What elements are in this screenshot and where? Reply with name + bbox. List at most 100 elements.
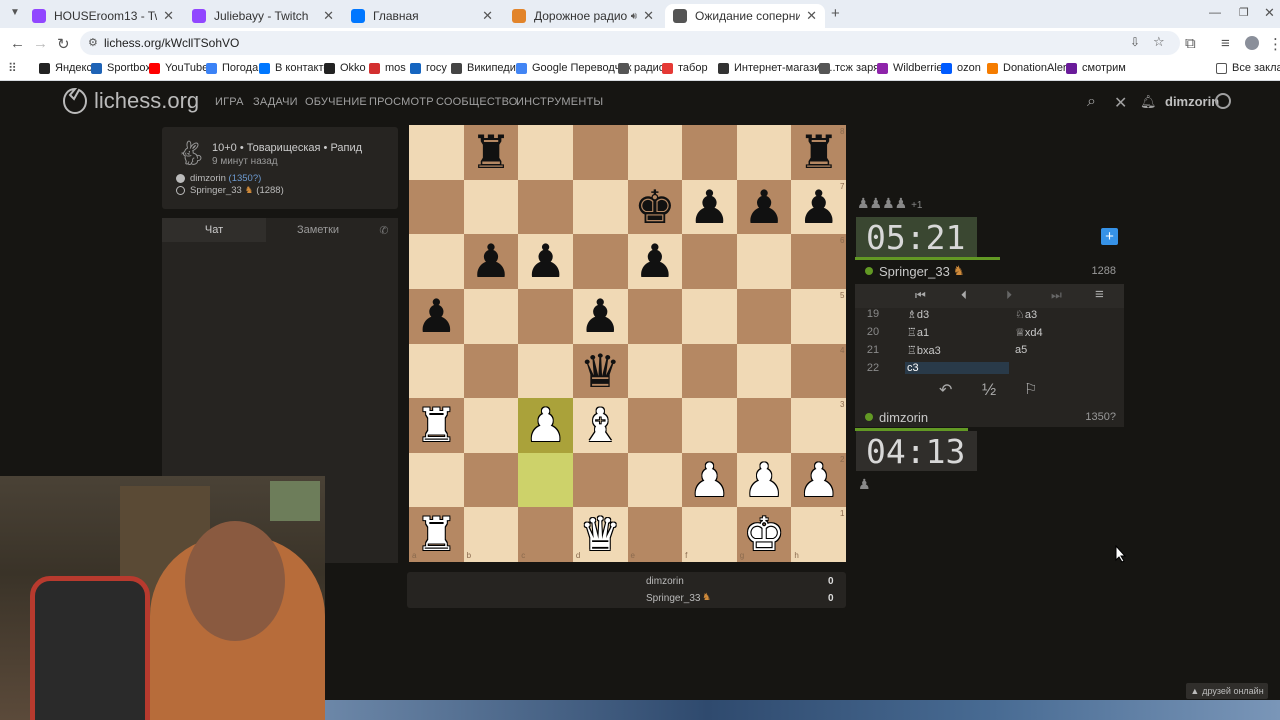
board-square[interactable] xyxy=(409,179,464,235)
board-square[interactable] xyxy=(572,179,628,235)
board-square[interactable] xyxy=(682,507,737,562)
board-square[interactable] xyxy=(409,343,464,399)
board-square[interactable] xyxy=(518,179,573,235)
board-square[interactable] xyxy=(791,398,846,453)
back-icon[interactable]: ← xyxy=(10,35,25,52)
score-player-2[interactable]: Springer_33 xyxy=(646,593,700,604)
board-square[interactable] xyxy=(627,288,683,344)
bookmark-item[interactable]: Яндекс xyxy=(39,62,92,74)
board-square[interactable] xyxy=(682,125,737,180)
tab-chat[interactable]: Чат xyxy=(162,218,266,242)
friends-online-button[interactable]: ▲ друзей онлайн xyxy=(1186,683,1268,699)
bookmark-item[interactable]: Интернет-магазин... xyxy=(718,62,836,74)
opponent-name[interactable]: Springer_33 xyxy=(879,264,950,279)
browser-menu-icon[interactable]: ⋮ xyxy=(1268,35,1280,53)
board-square[interactable] xyxy=(518,343,573,399)
board-square[interactable] xyxy=(791,507,846,562)
bookmark-item[interactable]: Погода xyxy=(206,62,258,74)
lichess-logo[interactable]: lichess.org xyxy=(62,87,199,115)
bookmark-item[interactable]: В контакте xyxy=(259,62,330,74)
black-piece-icon[interactable]: ♟ xyxy=(518,234,573,288)
minimize-icon[interactable]: — xyxy=(1209,5,1221,19)
white-move[interactable]: ♖bxa3 xyxy=(905,344,1009,357)
black-piece-icon[interactable]: ♛ xyxy=(573,344,628,398)
forward-icon[interactable]: → xyxy=(33,35,48,52)
board-square[interactable] xyxy=(409,452,464,508)
black-piece-icon[interactable]: ♟ xyxy=(791,180,846,234)
white-piece-icon[interactable]: ♚ xyxy=(737,507,792,561)
board-square[interactable] xyxy=(518,125,573,180)
audio-icon[interactable]: 🔊︎ xyxy=(631,11,637,22)
white-move[interactable]: ♖a1 xyxy=(905,326,1009,339)
extensions-icon[interactable]: ⧉ xyxy=(1185,35,1196,52)
voice-chat-icon[interactable]: ✆ xyxy=(370,218,398,242)
board-square[interactable] xyxy=(682,288,737,344)
offer-draw-icon[interactable]: ½ xyxy=(982,380,996,400)
site-info-icon[interactable]: ⚙ xyxy=(88,36,98,49)
browser-tab[interactable]: Ожидание соперника • Игра ✕ xyxy=(665,4,825,28)
white-piece-icon[interactable]: ♛ xyxy=(573,507,628,561)
board-square[interactable] xyxy=(409,234,464,289)
board-square[interactable] xyxy=(627,507,683,562)
menu-tools[interactable]: ИНСТРУМЕНТЫ xyxy=(516,96,603,108)
new-tab-icon[interactable]: + xyxy=(831,5,840,22)
board-square[interactable] xyxy=(463,452,519,508)
maximize-icon[interactable]: ❐ xyxy=(1239,6,1249,19)
white-piece-icon[interactable]: ♟ xyxy=(682,453,737,507)
board-square[interactable] xyxy=(572,125,628,180)
takeback-icon[interactable]: ↶ xyxy=(939,380,952,400)
black-move[interactable]: a5 xyxy=(1015,344,1027,356)
board-square[interactable] xyxy=(463,288,519,344)
all-bookmarks[interactable]: Все закладки xyxy=(1216,62,1280,74)
bookmark-item[interactable]: Okko xyxy=(324,62,366,74)
board-square[interactable] xyxy=(518,452,573,508)
bookmark-item[interactable]: ozon xyxy=(941,62,981,74)
reload-icon[interactable]: ↻ xyxy=(57,35,70,53)
board-square[interactable] xyxy=(463,507,519,562)
resign-flag-icon[interactable]: ⚐ xyxy=(1024,380,1037,398)
board-square[interactable] xyxy=(572,234,628,289)
black-move[interactable]: ♕xd4 xyxy=(1015,326,1043,339)
board-square[interactable] xyxy=(736,125,792,180)
close-tab-icon[interactable]: ✕ xyxy=(482,8,493,24)
white-piece-icon[interactable]: ♝ xyxy=(573,398,628,452)
black-piece-icon[interactable]: ♟ xyxy=(573,289,628,343)
menu-watch[interactable]: ПРОСМОТР xyxy=(369,96,434,108)
bookmark-item[interactable]: Википедия xyxy=(451,62,522,74)
self-name[interactable]: dimzorin xyxy=(879,410,928,425)
board-square[interactable] xyxy=(463,343,519,399)
bookmark-item[interactable]: Sportbox xyxy=(91,62,151,74)
close-tab-icon[interactable]: ✕ xyxy=(323,8,334,24)
board-square[interactable] xyxy=(791,234,846,289)
board-square[interactable] xyxy=(572,452,628,508)
white-move[interactable]: ♗d3 xyxy=(905,308,1009,321)
close-window-icon[interactable]: ✕ xyxy=(1264,5,1275,21)
black-piece-icon[interactable]: ♟ xyxy=(464,234,519,288)
black-piece-icon[interactable]: ♚ xyxy=(628,180,683,234)
menu-learn[interactable]: ОБУЧЕНИЕ xyxy=(305,96,367,108)
browser-tab[interactable]: Дорожное радио — слушайте 🔊︎ ✕ xyxy=(504,4,662,28)
black-piece-icon[interactable]: ♟ xyxy=(737,180,792,234)
black-piece-icon[interactable]: ♟ xyxy=(682,180,737,234)
browser-tab[interactable]: HOUSEroom13 - Twitch ✕ xyxy=(24,4,182,28)
black-piece-icon[interactable]: ♟ xyxy=(628,234,683,288)
board-square[interactable] xyxy=(682,343,737,399)
black-move[interactable]: ♘a3 xyxy=(1015,308,1037,321)
bookmark-item[interactable]: радио xyxy=(618,62,665,74)
bookmark-item[interactable]: DonationAlerts xyxy=(987,62,1075,74)
board-square[interactable] xyxy=(518,507,573,562)
bookmark-item[interactable]: YouTube xyxy=(149,62,208,74)
search-icon[interactable]: ⌕ xyxy=(1087,93,1096,111)
reading-list-icon[interactable]: ≡ xyxy=(1221,35,1230,52)
bookmark-item[interactable]: mos xyxy=(369,62,406,74)
tab-list-icon[interactable]: ▼ xyxy=(10,7,20,18)
bookmark-star-icon[interactable]: ☆ xyxy=(1153,34,1165,50)
board-square[interactable] xyxy=(463,398,519,453)
browser-tab[interactable]: Juliebayy - Twitch ✕ xyxy=(184,4,342,28)
board-square[interactable] xyxy=(736,343,792,399)
white-piece-icon[interactable]: ♟ xyxy=(518,398,573,452)
address-bar[interactable]: ⚙ lichess.org/kWcllTSohVO ⇩ ☆ xyxy=(80,31,1180,55)
next-move-icon[interactable]: ⏵ xyxy=(1006,288,1012,303)
menu-community[interactable]: СООБЩЕСТВО xyxy=(436,96,518,108)
install-icon[interactable]: ⇩ xyxy=(1130,35,1140,49)
